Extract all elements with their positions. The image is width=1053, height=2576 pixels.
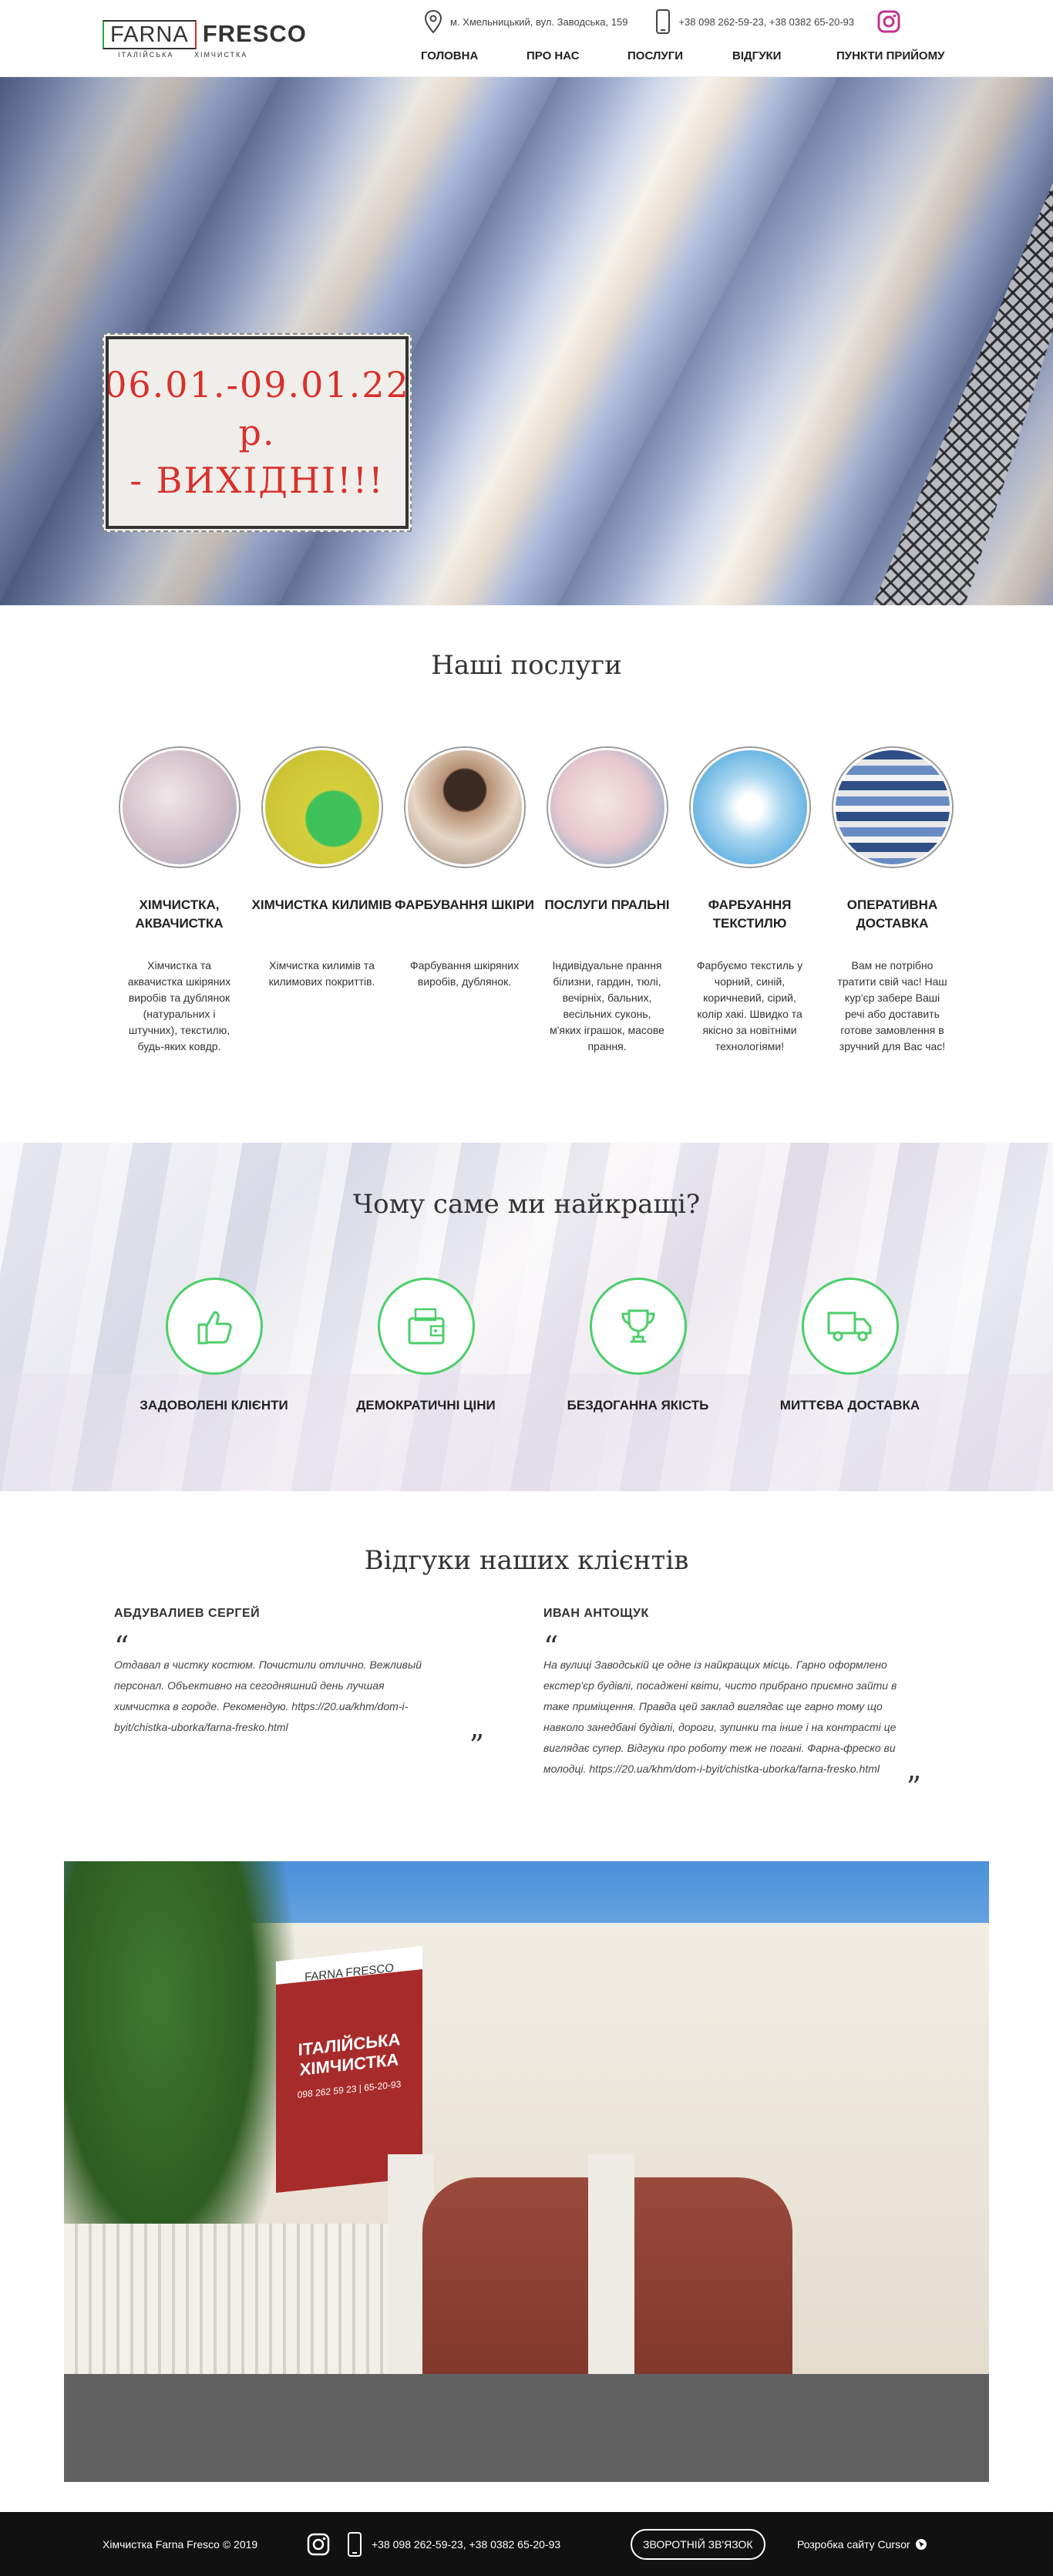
why-item-quality: БЕЗДОГАННА ЯКІСТЬ xyxy=(532,1278,744,1413)
logo-sub-right: ХІМЧИСТКА xyxy=(193,51,248,59)
instagram-icon[interactable] xyxy=(877,10,900,33)
phone-icon xyxy=(348,2531,362,2557)
nav-home[interactable]: ГОЛОВНА xyxy=(421,49,526,62)
why-label: МИТТЄВА ДОСТАВКА xyxy=(779,1398,920,1413)
nav-reviews[interactable]: ВІДГУКИ xyxy=(732,49,836,62)
service-image xyxy=(405,748,524,867)
quote-open-icon: “ xyxy=(114,1630,130,1664)
nav-points[interactable]: ПУНКТИ ПРИЙОМУ xyxy=(836,49,944,62)
review-card: ИВАН АНТОЩУК “ На вулиці Заводській це о… xyxy=(543,1607,921,1804)
service-item-laundry[interactable]: ПОСЛУГИ ПРАЛЬНІ Індивідуальне прання біл… xyxy=(536,748,678,1055)
service-desc: Хімчистка та аквачистка шкіряних виробів… xyxy=(127,959,231,1052)
why-title: Чому саме ми найкращі? xyxy=(352,1189,701,1220)
service-desc: Фарбування шкіряних виробів, дублянок. xyxy=(409,959,520,988)
storefront-photo-section: FARNA FRESCO ІТАЛІЙСЬКА ХІМЧИСТКА 098 26… xyxy=(0,1861,1053,2540)
nav-services[interactable]: ПОСЛУГИ xyxy=(627,49,732,62)
service-item-delivery[interactable]: ОПЕРАТИВНА ДОСТАВКА Вам не потрібно трат… xyxy=(821,748,964,1055)
service-image xyxy=(690,748,809,867)
why-list: ЗАДОВОЛЕНІ КЛІЄНТИ ДЕМОКРАТИЧНІ ЦІНИ БЕЗ… xyxy=(108,1278,956,1413)
nav-about[interactable]: ПРО НАС xyxy=(526,49,627,62)
why-label: ДЕМОКРАТИЧНІ ЦІНИ xyxy=(356,1398,496,1413)
service-name: ФАРБУАННЯ ТЕКСТИЛЮ xyxy=(708,897,792,931)
quote-close-icon: ” xyxy=(906,1770,921,1804)
review-card: АБДУВАЛИЕВ СЕРГЕЙ “ Отдавал в чистку кос… xyxy=(114,1607,492,1763)
quote-close-icon: ” xyxy=(469,1729,484,1763)
services-title: Наші послуги xyxy=(431,650,622,681)
service-name: ПОСЛУГИ ПРАЛЬНІ xyxy=(544,897,670,912)
service-name: ФАРБУВАННЯ ШКІРИ xyxy=(394,897,534,912)
review-author: ИВАН АНТОЩУК xyxy=(543,1607,649,1620)
service-item-carpets[interactable]: ХІМЧИСТКА КИЛИМІВ Хімчистка килимів та к… xyxy=(251,748,393,1055)
logo-subtitle: ІТАЛІЙСЬКА ХІМЧИСТКА xyxy=(118,51,247,59)
service-item-drycleaning[interactable]: ХІМЧИСТКА, АКВАЧИСТКА Хімчистка та аквач… xyxy=(108,748,251,1055)
hero-banner: 06.01.-09.01.22 р. - ВИХІДНІ!!! xyxy=(0,77,1053,605)
why-item-delivery: МИТТЄВА ДОСТАВКА xyxy=(744,1278,956,1413)
why-label: ЗАДОВОЛЕНІ КЛІЄНТИ xyxy=(140,1398,288,1413)
storefront-photo: FARNA FRESCO ІТАЛІЙСЬКА ХІМЧИСТКА 098 26… xyxy=(64,1861,989,2482)
sign-main: ІТАЛІЙСЬКА ХІМЧИСТКА xyxy=(298,2029,401,2079)
promo-dates: 06.01.-09.01.22 р. xyxy=(104,364,410,453)
why-label: БЕЗДОГАННА ЯКІСТЬ xyxy=(567,1398,709,1413)
service-name: ХІМЧИСТКА, АКВАЧИСТКА xyxy=(135,897,224,931)
site-logo[interactable]: FARNA FRESCO ІТАЛІЙСЬКА ХІМЧИСТКА xyxy=(103,20,307,59)
main-nav: ГОЛОВНА ПРО НАС ПОСЛУГИ ВІДГУКИ ПУНКТИ П… xyxy=(421,49,944,62)
service-name: ХІМЧИСТКА КИЛИМІВ xyxy=(251,897,392,912)
service-desc: Фарбуємо текстиль у чорний, синій, корич… xyxy=(696,959,803,1052)
map-pin-icon xyxy=(424,10,442,33)
promo-text: - ВИХІДНІ!!! xyxy=(130,460,385,501)
callback-button[interactable]: ЗВОРОТНІЙ ЗВ'ЯЗОК xyxy=(631,2528,765,2560)
wallet-icon xyxy=(408,1308,444,1345)
review-author: АБДУВАЛИЕВ СЕРГЕЙ xyxy=(114,1607,261,1620)
truck-icon xyxy=(827,1312,871,1342)
header-phones[interactable]: +38 098 262-59-23, +38 0382 65-20-93 xyxy=(678,16,854,28)
service-name: ОПЕРАТИВНА ДОСТАВКА xyxy=(846,897,938,931)
quote-open-icon: “ xyxy=(543,1630,559,1664)
header-address: м. Хмельницький, вул. Заводська, 159 xyxy=(450,15,628,28)
logo-sub-left: ІТАЛІЙСЬКА xyxy=(118,51,174,59)
service-image xyxy=(119,748,239,867)
service-image xyxy=(547,748,667,867)
footer-copyright: Хімчистка Farna Fresco © 2019 xyxy=(103,2537,258,2551)
instagram-icon[interactable] xyxy=(307,2533,330,2556)
site-footer: Хімчистка Farna Fresco © 2019 +38 098 26… xyxy=(0,2512,1053,2576)
promo-card: 06.01.-09.01.22 р. - ВИХІДНІ!!! xyxy=(103,333,412,532)
service-desc: Вам не потрібно тратити свій час! Наш ку… xyxy=(837,959,947,1052)
services-section: Наші послуги ХІМЧИСТКА, АКВАЧИСТКА Хімчи… xyxy=(0,605,1053,1143)
logo-fresco: FRESCO xyxy=(202,20,307,47)
why-item-clients: ЗАДОВОЛЕНІ КЛІЄНТИ xyxy=(108,1278,320,1413)
why-item-prices: ДЕМОКРАТИЧНІ ЦІНИ xyxy=(320,1278,532,1413)
why-us-section: Чому саме ми найкращі? ЗАДОВОЛЕНІ КЛІЄНТ… xyxy=(0,1143,1053,1491)
service-image xyxy=(262,748,382,867)
footer-phones[interactable]: +38 098 262-59-23, +38 0382 65-20-93 xyxy=(372,2538,560,2551)
phone-icon xyxy=(656,9,671,34)
services-list: ХІМЧИСТКА, АКВАЧИСТКА Хімчистка та аквач… xyxy=(108,748,964,1055)
service-desc: Хімчистка килимів та килимових покриттів… xyxy=(268,959,375,988)
thumbs-up-icon xyxy=(197,1311,232,1345)
service-item-leather[interactable]: ФАРБУВАННЯ ШКІРИ Фарбування шкіряних вир… xyxy=(393,748,536,1055)
service-item-dyeing[interactable]: ФАРБУАННЯ ТЕКСТИЛЮ Фарбуємо текстиль у ч… xyxy=(678,748,821,1055)
reviews-title: Відгуки наших клієнтів xyxy=(364,1545,689,1576)
footer-developer[interactable]: Розробка сайту Cursor xyxy=(797,2538,927,2551)
service-image xyxy=(833,748,952,867)
review-text: Отдавал в чистку костюм. Почистили отлич… xyxy=(114,1658,422,1733)
service-desc: Індивідуальне прання білизни, гардин, тю… xyxy=(550,959,664,1052)
developer-label: Розробка сайту Cursor xyxy=(797,2537,910,2551)
header-contacts: м. Хмельницький, вул. Заводська, 159 +38… xyxy=(424,9,908,34)
review-text: На вулиці Заводській це одне із найкращи… xyxy=(543,1658,897,1775)
trophy-icon xyxy=(621,1309,655,1343)
logo-farna: FARNA xyxy=(103,20,197,49)
cursor-logo-icon xyxy=(915,2538,927,2550)
site-header: FARNA FRESCO ІТАЛІЙСЬКА ХІМЧИСТКА м. Хме… xyxy=(0,0,1053,77)
reviews-section: Відгуки наших клієнтів АБДУВАЛИЕВ СЕРГЕЙ… xyxy=(0,1491,1053,1861)
sign-phone: 098 262 59 23 | 65-20-93 xyxy=(297,2078,402,2101)
